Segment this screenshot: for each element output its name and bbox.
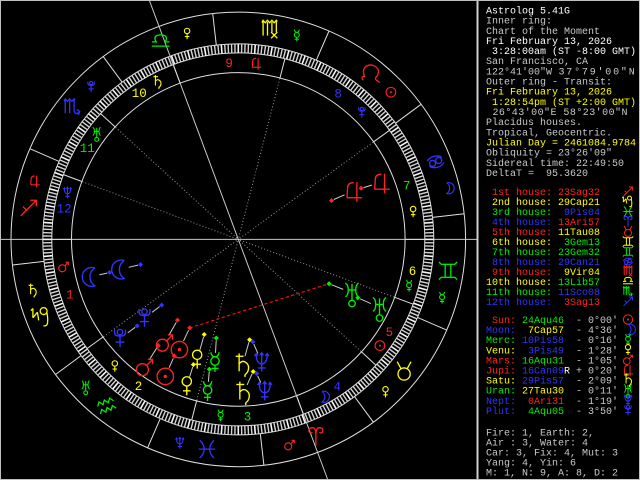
svg-text:3Sag13: 3Sag13: [558, 298, 600, 309]
svg-text:8: 8: [334, 88, 342, 102]
svg-text:6: 6: [409, 265, 417, 279]
svg-text:9: 9: [225, 57, 233, 71]
svg-text:10: 10: [132, 87, 147, 101]
svg-text:12th house:: 12th house:: [486, 297, 552, 309]
svg-text:M: 1, N: 9, A: 8, D: 2: M: 1, N: 9, A: 8, D: 2: [486, 469, 618, 480]
svg-text:DeltaT = 95.3620: DeltaT = 95.3620: [486, 168, 588, 180]
svg-text:4: 4: [334, 381, 342, 395]
svg-text:Tropical, Geocentric.: Tropical, Geocentric.: [486, 127, 612, 139]
svg-text:- 3°50': - 3°50': [570, 406, 618, 418]
svg-text:3: 3: [244, 411, 252, 425]
svg-text:11: 11: [80, 142, 95, 156]
svg-text:7: 7: [403, 180, 411, 194]
svg-text:Plut:: Plut:: [486, 406, 516, 418]
svg-text:5: 5: [386, 326, 394, 340]
svg-text:Chart of the Moment: Chart of the Moment: [486, 26, 600, 38]
svg-text:Fri February 13, 2026: Fri February 13, 2026: [486, 87, 612, 99]
svg-text:1: 1: [66, 288, 74, 302]
svg-text:12: 12: [57, 203, 72, 217]
svg-text:Inner ring:: Inner ring:: [486, 16, 552, 28]
svg-text:26°43'00"E 58°23'00"N: 26°43'00"E 58°23'00"N: [486, 107, 628, 119]
svg-text:2: 2: [135, 380, 143, 394]
svg-text:Obliquity = 23°26'09": Obliquity = 23°26'09": [486, 148, 612, 160]
svg-text:4Aqu05: 4Aqu05: [522, 407, 564, 418]
svg-text:San Francisco, CA: San Francisco, CA: [486, 56, 588, 68]
svg-text:Outer ring - Transit:: Outer ring - Transit:: [486, 77, 612, 89]
